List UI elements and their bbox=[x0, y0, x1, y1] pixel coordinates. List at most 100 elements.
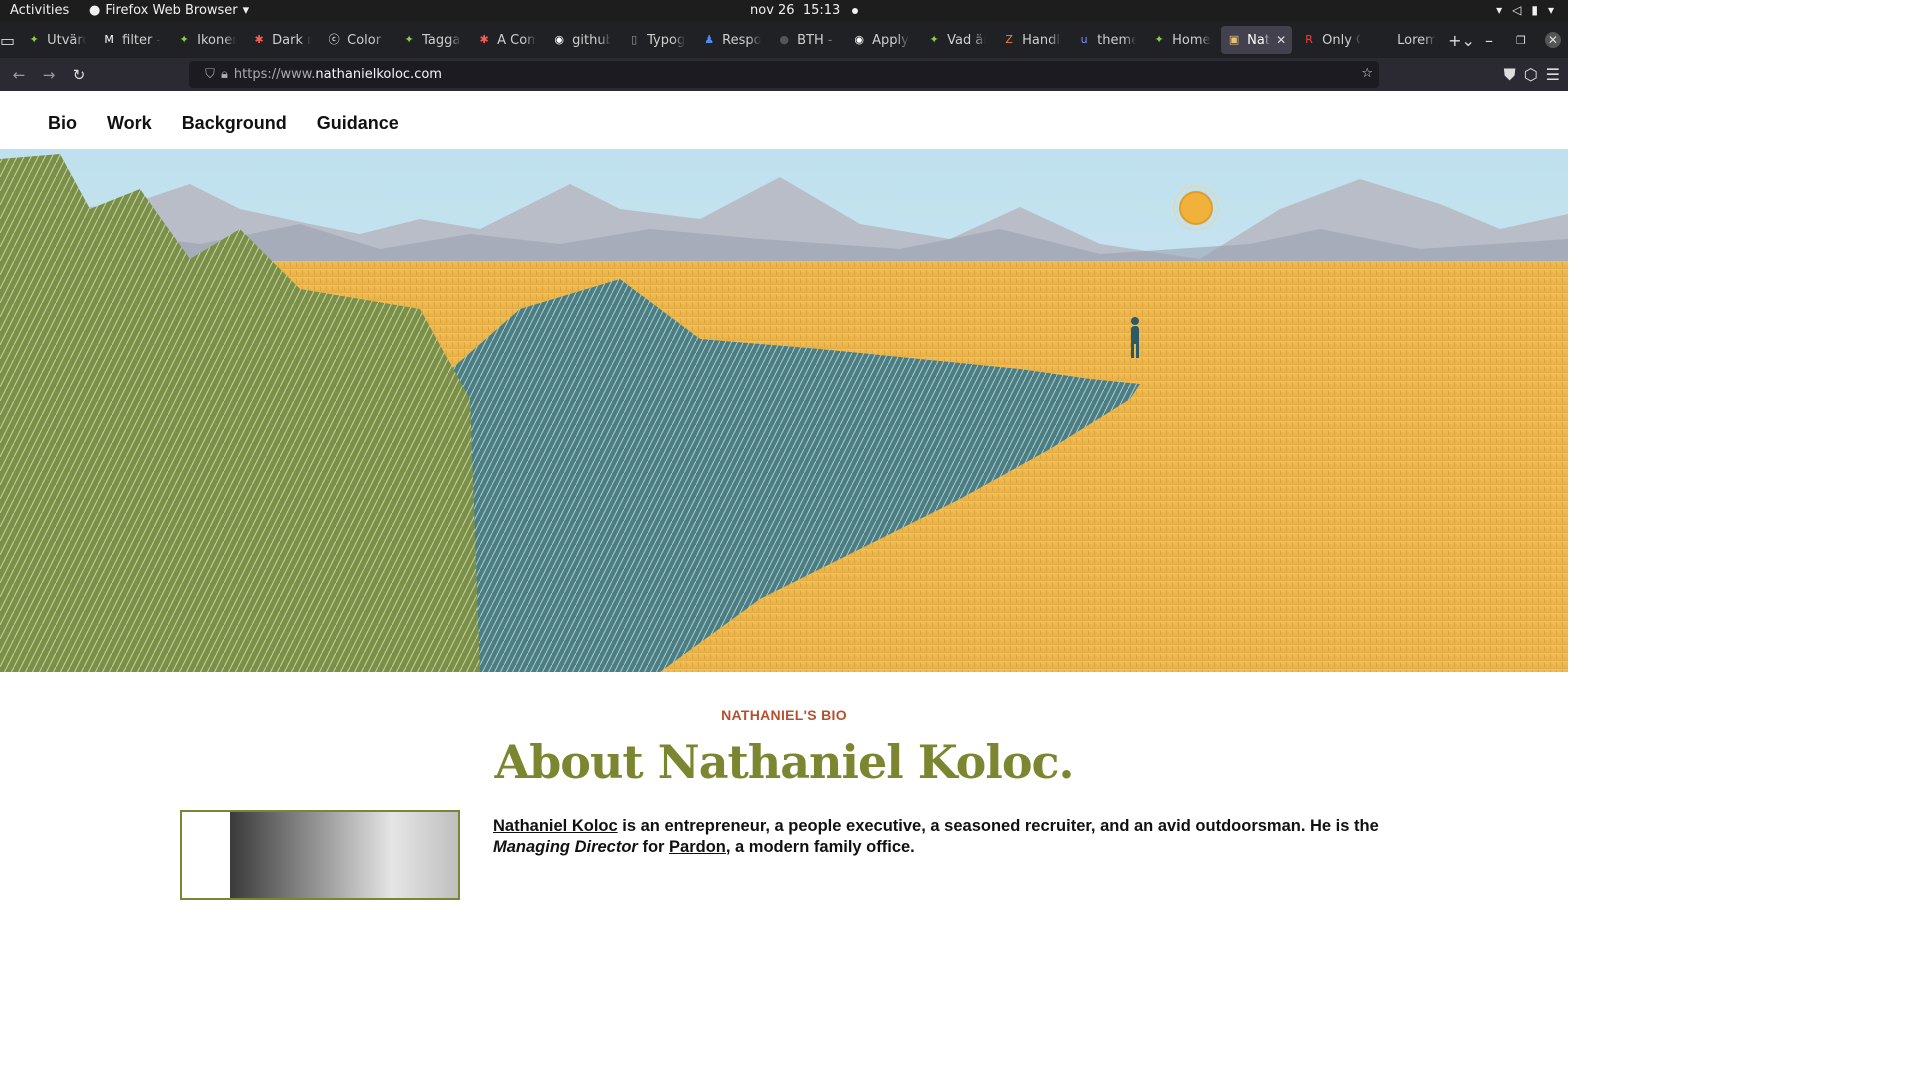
red-r-icon: R bbox=[1305, 33, 1313, 46]
extensions-icon[interactable]: ⬡ bbox=[1524, 65, 1538, 84]
tab-label: Only C bbox=[1322, 32, 1362, 48]
browser-tab[interactable]: ✦ Home bbox=[1146, 26, 1217, 54]
system-status-area[interactable]: ▾ ◁ ▮ ▾ bbox=[1496, 3, 1554, 17]
system-top-bar: Activities ● Firefox Web Browser ▾ nov 2… bbox=[0, 0, 1568, 22]
navigation-toolbar: ← → ↻ ⛉ 🔒︎ https://www.nathanielkoloc.co… bbox=[0, 58, 1568, 91]
portrait-photo bbox=[230, 812, 458, 898]
shield-icon[interactable]: ⛉ bbox=[199, 67, 221, 82]
browser-tab[interactable]: ✱ Dark m bbox=[246, 26, 317, 54]
wifi-icon: ▾ bbox=[1496, 3, 1503, 17]
nav-link-bio[interactable]: Bio bbox=[48, 113, 77, 134]
reload-icon: ↻ bbox=[72, 65, 86, 84]
url-text[interactable]: https://www.nathanielkoloc.com bbox=[234, 67, 442, 82]
browser-tab[interactable]: ✦ Taggar bbox=[396, 26, 467, 54]
browser-tab[interactable]: ▣ Nath ✕ bbox=[1221, 26, 1293, 54]
medium-m-icon: M bbox=[104, 33, 114, 46]
chevron-down-icon: ▾ bbox=[1547, 3, 1554, 17]
browser-tab[interactable]: ✱ A Com bbox=[471, 26, 542, 54]
tab-label: Apply bbox=[872, 32, 909, 48]
browser-tab[interactable]: ● BTH - C bbox=[771, 26, 842, 54]
blank-icon bbox=[1377, 33, 1391, 47]
tab-label: Lorem bbox=[1397, 32, 1437, 48]
tab-label: Typog bbox=[647, 32, 686, 48]
nav-link-guidance[interactable]: Guidance bbox=[317, 113, 399, 134]
activities-button[interactable]: Activities bbox=[10, 3, 69, 18]
address-bar[interactable]: ⛉ 🔒︎ https://www.nathanielkoloc.com ☆ bbox=[189, 61, 1379, 88]
browser-tab[interactable]: ✦ Utvärd bbox=[21, 26, 92, 54]
tab-label: Utvärd bbox=[47, 32, 86, 48]
arrow-left-icon: ← bbox=[12, 65, 26, 84]
web-page: Bio Work Background Guidance NATHANIEL'S… bbox=[0, 91, 1568, 900]
browser-tab[interactable]: Mfilter - bbox=[96, 26, 167, 54]
browser-tab[interactable]: R Only C bbox=[1296, 26, 1367, 54]
bio-paragraph: Nathaniel Koloc is an entrepreneur, a pe… bbox=[493, 816, 1383, 858]
browser-tab[interactable]: Z Handle bbox=[996, 26, 1067, 54]
red-asterisk-icon: ✱ bbox=[479, 33, 489, 46]
reload-button[interactable]: ↻ bbox=[64, 60, 94, 90]
pocket-icon[interactable]: ⛊ bbox=[1504, 65, 1516, 85]
restore-icon: ❐ bbox=[1516, 33, 1526, 47]
tab-label: Respo bbox=[722, 32, 762, 48]
github-icon: ◉ bbox=[554, 33, 564, 46]
browser-tab[interactable]: u theme bbox=[1071, 26, 1142, 54]
new-tab-button[interactable]: + bbox=[1448, 26, 1461, 54]
tab-label: Ikoner bbox=[197, 32, 237, 48]
app-menu-label: Firefox Web Browser bbox=[105, 3, 238, 18]
tab-label: Home bbox=[1172, 32, 1211, 48]
tab-label: filter - bbox=[122, 32, 162, 48]
url-prefix: https://www. bbox=[233, 67, 316, 82]
browser-tab[interactable]: Lorem bbox=[1371, 26, 1442, 54]
browser-tab[interactable]: ⓒ Color v bbox=[321, 26, 392, 54]
tab-label: Nath bbox=[1247, 32, 1270, 48]
close-icon: ✕ bbox=[1544, 32, 1561, 48]
browser-tab[interactable]: ▯ Typog bbox=[621, 26, 692, 54]
browser-tab[interactable]: ✦ Vad är bbox=[921, 26, 992, 54]
menu-icon[interactable]: ☰ bbox=[1546, 65, 1560, 84]
browser-tab[interactable]: ✦ Ikoner bbox=[171, 26, 242, 54]
nav-link-background[interactable]: Background bbox=[182, 113, 287, 134]
browser-tab[interactable]: ◉ github bbox=[546, 26, 617, 54]
tab-label: Handle bbox=[1022, 32, 1061, 48]
bio-text-1: is an entrepreneur, a people executive, … bbox=[617, 817, 1379, 835]
lock-icon[interactable]: 🔒︎ bbox=[221, 67, 228, 82]
site-favicon-icon: ▣ bbox=[1228, 33, 1240, 46]
tab-label: Vad är bbox=[947, 32, 987, 48]
url-host: nathanielkoloc.com bbox=[315, 67, 442, 82]
section-eyebrow: NATHANIEL'S BIO bbox=[721, 707, 847, 723]
firefox-view-icon: ▭ bbox=[0, 30, 16, 50]
green-star-icon: ✦ bbox=[929, 33, 939, 46]
close-tab-icon[interactable]: ✕ bbox=[1276, 33, 1286, 47]
dark-circle-icon: ● bbox=[779, 33, 789, 46]
nav-link-work[interactable]: Work bbox=[107, 113, 152, 134]
bio-text-3: , a modern family office. bbox=[725, 838, 915, 856]
green-star-icon: ✦ bbox=[1154, 33, 1164, 46]
blue-person-icon: ♟ bbox=[704, 33, 715, 46]
dark-page-icon: ▯ bbox=[631, 33, 638, 46]
bookmark-star-icon[interactable]: ☆ bbox=[1361, 66, 1373, 81]
back-button[interactable]: ← bbox=[4, 60, 34, 90]
tab-label: theme bbox=[1097, 32, 1137, 48]
battery-icon: ▮ bbox=[1531, 3, 1538, 17]
volume-icon: ◁ bbox=[1512, 3, 1522, 17]
tab-strip: ▭ ✦ Utvärd Mfilter - ✦ Ikoner ✱ Dark m ⓒ Color v… bbox=[0, 22, 1568, 58]
firefox-icon: ● bbox=[89, 3, 101, 18]
restore-button[interactable]: ❐ bbox=[1507, 26, 1535, 54]
minimize-icon: – bbox=[1484, 30, 1493, 50]
plus-icon: + bbox=[1448, 30, 1462, 50]
green-star-icon: ✦ bbox=[404, 33, 414, 46]
browser-tab[interactable]: ◉ Apply bbox=[846, 26, 917, 54]
close-window-button[interactable]: ✕ bbox=[1539, 26, 1567, 54]
tab-label: BTH - C bbox=[797, 32, 836, 48]
colorful-z-icon: Z bbox=[1005, 33, 1013, 46]
list-all-tabs-button[interactable]: ⌄ bbox=[1462, 26, 1475, 54]
browser-tab[interactable]: ♟ Respo bbox=[696, 26, 767, 54]
forward-button[interactable]: → bbox=[34, 60, 64, 90]
red-asterisk-icon: ✱ bbox=[254, 33, 264, 46]
tab-label: Taggar bbox=[422, 32, 461, 48]
name-link[interactable]: Nathaniel Koloc bbox=[493, 817, 618, 835]
firefox-view-button[interactable]: ▭ bbox=[0, 26, 15, 54]
app-menu[interactable]: ● Firefox Web Browser ▾ bbox=[89, 3, 249, 18]
clock[interactable]: nov 26 15:13 bbox=[750, 3, 859, 18]
company-link[interactable]: Pardon bbox=[669, 838, 726, 856]
minimize-button[interactable]: – bbox=[1475, 26, 1503, 54]
